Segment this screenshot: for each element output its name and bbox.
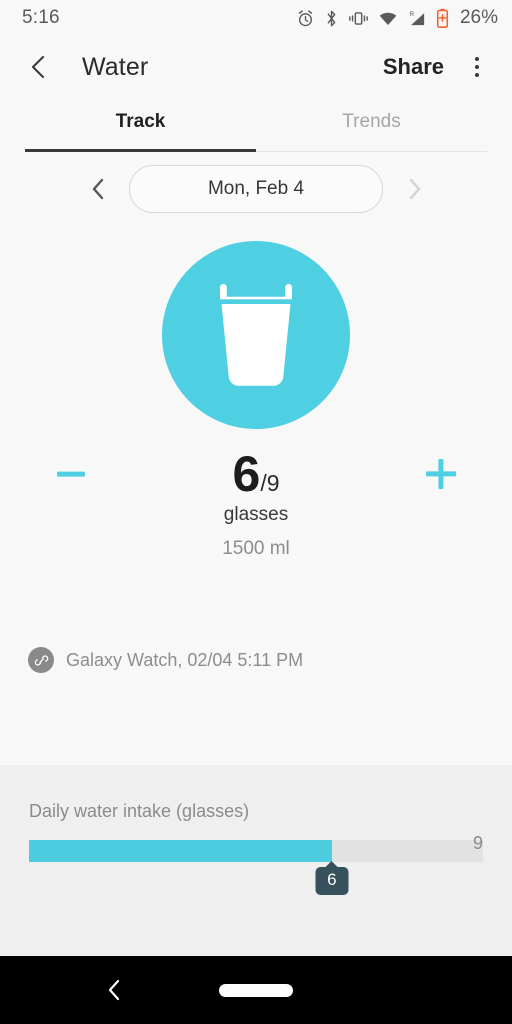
- selected-date-label: Mon, Feb 4: [207, 178, 305, 199]
- svg-text:R: R: [409, 11, 414, 18]
- progress-bar-fill: [29, 840, 332, 862]
- vibrate-icon: [349, 11, 368, 25]
- nav-home-pill[interactable]: [219, 983, 293, 997]
- more-vertical-icon-dot: [475, 65, 479, 69]
- link-glyph: [34, 654, 48, 666]
- progress-value-tooltip: 6: [315, 867, 349, 895]
- previous-day-button[interactable]: [81, 172, 115, 206]
- intake-value: 6: [232, 446, 261, 502]
- plus-icon: [426, 459, 456, 489]
- chart-max-label: 9: [472, 833, 483, 853]
- page-title: Water: [82, 52, 149, 81]
- share-button[interactable]: Share: [381, 50, 446, 84]
- status-bar: 5:16 R 26%: [0, 0, 512, 36]
- tab-track[interactable]: Track: [25, 98, 256, 152]
- daily-intake-panel: Daily water intake (glasses) 6 9: [0, 765, 512, 956]
- app-bar: Water Share: [0, 36, 512, 98]
- water-hero: [0, 226, 512, 444]
- nav-back-button[interactable]: [92, 968, 136, 1012]
- intake-goal: /9: [260, 470, 280, 496]
- more-options-button[interactable]: [458, 48, 496, 86]
- data-source-row[interactable]: Galaxy Watch, 02/04 5:11 PM: [0, 640, 512, 680]
- data-source-label: Galaxy Watch, 02/04 5:11 PM: [66, 649, 304, 670]
- link-icon: [28, 647, 54, 673]
- tab-trends-label: Trends: [342, 111, 401, 132]
- minus-icon: [57, 471, 85, 477]
- system-nav-bar: [0, 956, 512, 1024]
- battery-low-icon: [436, 8, 449, 28]
- status-clock: 5:16: [22, 7, 60, 28]
- intake-counter: 6 /9: [0, 444, 512, 504]
- water-glass-circle[interactable]: [162, 241, 350, 429]
- increment-button[interactable]: [414, 447, 468, 501]
- battery-percent-label: 26%: [459, 7, 498, 28]
- tab-track-label: Track: [115, 111, 166, 132]
- bluetooth-icon: [327, 10, 336, 26]
- back-button[interactable]: [22, 50, 56, 84]
- water-glass-icon: [220, 284, 292, 386]
- status-icon-tray: R 26%: [296, 7, 498, 29]
- more-vertical-icon-dot: [475, 73, 479, 77]
- more-vertical-icon-dot: [475, 57, 479, 61]
- nav-back-icon: [108, 979, 119, 1001]
- tab-trends[interactable]: Trends: [256, 98, 487, 152]
- chevron-right-icon: [409, 178, 420, 200]
- progress-bar[interactable]: 6: [29, 840, 483, 895]
- intake-value-block: 6 /9: [98, 449, 414, 499]
- chevron-left-icon: [92, 178, 103, 200]
- wifi-icon: [379, 12, 397, 25]
- signal-roaming-icon: R: [409, 11, 425, 25]
- tab-bar: Track Trends: [25, 98, 487, 152]
- alarm-icon: [298, 9, 313, 26]
- intake-unit-label: glasses: [223, 504, 289, 525]
- decrement-button[interactable]: [44, 447, 98, 501]
- selected-date-button[interactable]: Mon, Feb 4: [129, 165, 383, 213]
- intake-volume-label: 1500 ml: [222, 538, 290, 559]
- chevron-left-icon: [31, 55, 45, 79]
- chart-title: Daily water intake (glasses): [29, 801, 250, 821]
- date-selector: Mon, Feb 4: [0, 152, 512, 226]
- next-day-button[interactable]: [397, 172, 431, 206]
- app-screen: 5:16 R 26% Water Share Track Trends Mon,…: [0, 0, 512, 1024]
